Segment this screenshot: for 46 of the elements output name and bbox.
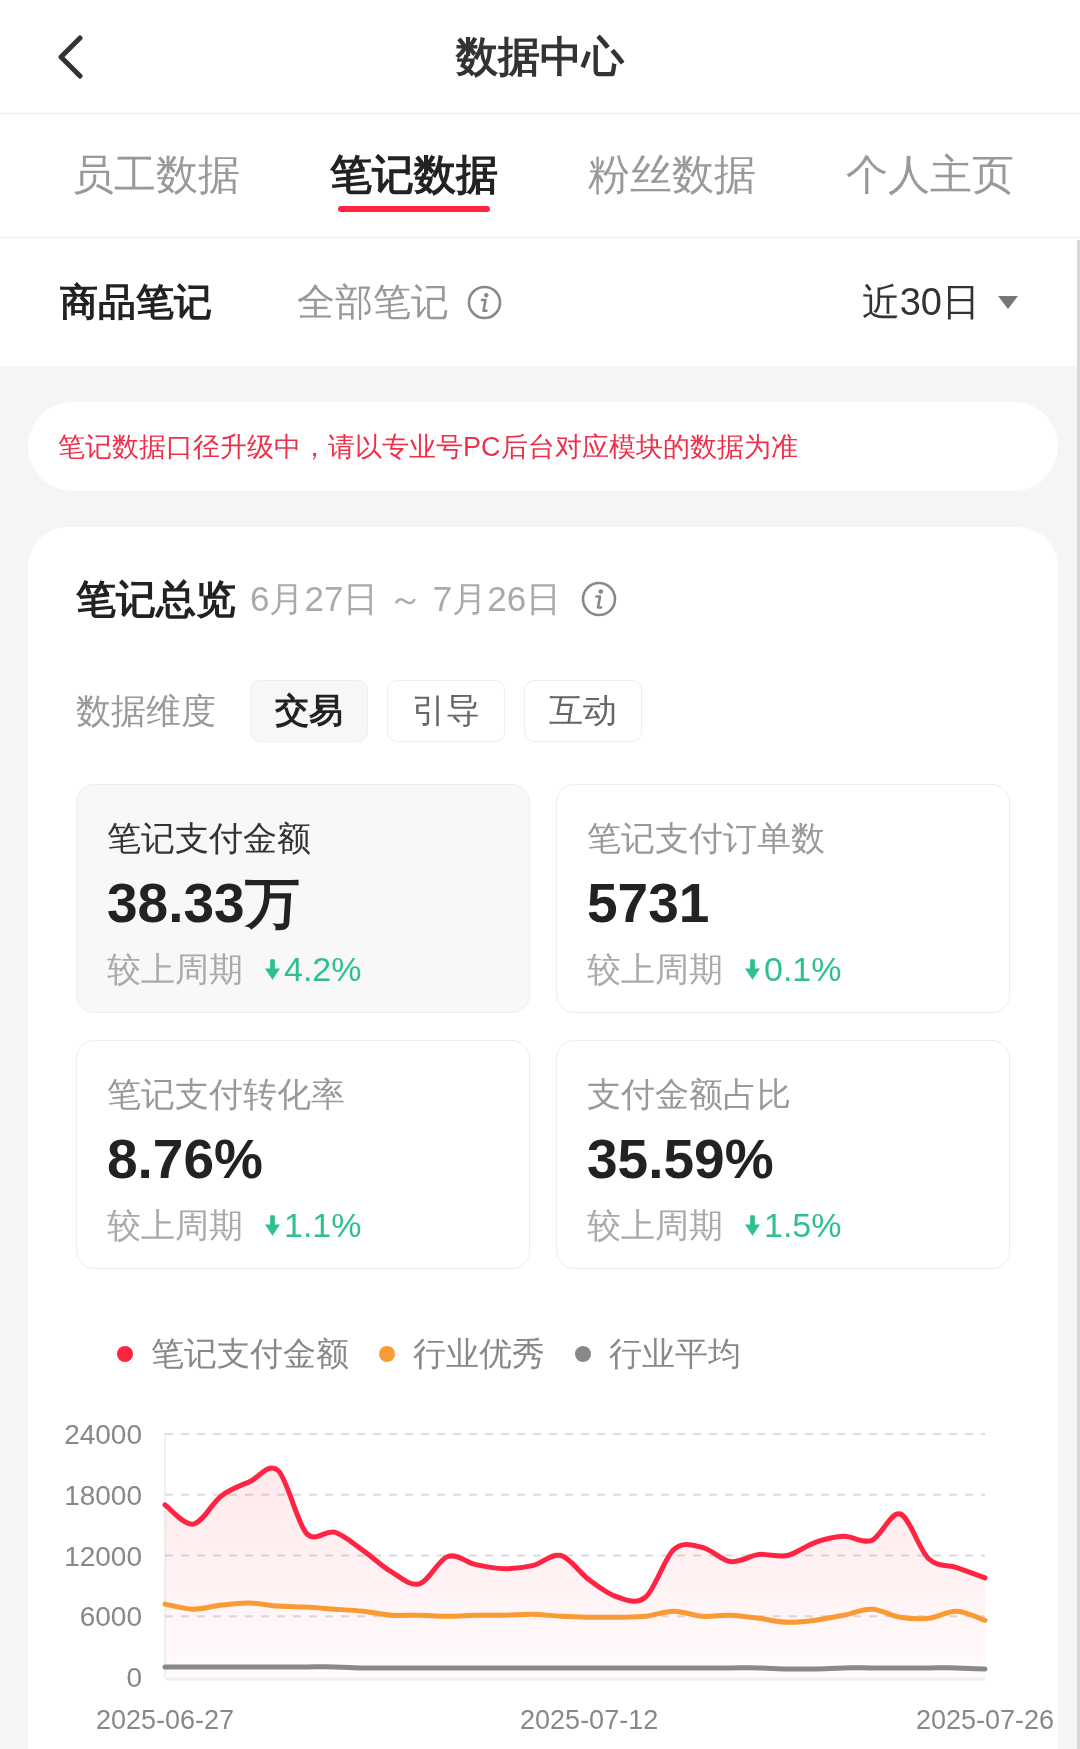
change-value: 0.1% xyxy=(764,949,842,990)
info-icon[interactable] xyxy=(467,284,502,320)
y-axis-label: 0 xyxy=(126,1662,142,1693)
legend-label: 行业平均 xyxy=(609,1334,741,1374)
x-axis-label: 2025-07-26 xyxy=(915,1705,1055,1735)
compare-label: 较上周期 xyxy=(107,1205,243,1246)
metric-label: 笔记支付订单数 xyxy=(587,818,825,859)
y-axis-label: 6000 xyxy=(79,1601,142,1633)
date-period: 6月27日 ～ 7月26日 xyxy=(250,578,562,620)
metric-card[interactable]: 笔记支付转化率 8.76% 较上周期 1.1% xyxy=(76,1040,530,1269)
section-title: 笔记总览 xyxy=(76,576,236,623)
metric-value: 38.33万 xyxy=(107,873,300,933)
x-axis-label: 2025-06-27 xyxy=(95,1705,235,1735)
notice-banner: 笔记数据口径升级中，请以专业号PC后台对应模块的数据为准 xyxy=(28,402,1058,491)
change-value: 1.1% xyxy=(284,1205,362,1246)
legend-label: 笔记支付金额 xyxy=(151,1334,349,1374)
note-type-tab[interactable]: 商品笔记 xyxy=(60,278,212,326)
caret-icon xyxy=(998,295,1018,309)
metric-value: 8.76% xyxy=(107,1129,263,1189)
metric-label: 笔记支付转化率 xyxy=(107,1074,345,1115)
y-axis-label: 12000 xyxy=(64,1540,142,1572)
compare-label: 较上周期 xyxy=(587,1205,723,1246)
dimension-label: 数据维度 xyxy=(76,690,216,732)
metric-label: 支付金额占比 xyxy=(587,1074,791,1115)
metric-card[interactable]: 笔记支付金额 38.33万 较上周期 4.2% xyxy=(76,784,530,1013)
metric-card[interactable]: 笔记支付订单数 5731 较上周期 0.1% xyxy=(556,784,1010,1013)
dimension-tab[interactable]: 引导 xyxy=(387,680,505,742)
dimension-tab[interactable]: 互动 xyxy=(524,680,642,742)
page-title: 数据中心 xyxy=(456,31,624,82)
legend-label: 行业优秀 xyxy=(413,1334,545,1374)
dimension-tab[interactable]: 交易 xyxy=(250,680,368,742)
metric-value: 5731 xyxy=(587,873,710,933)
y-axis-label: 24000 xyxy=(64,1419,142,1450)
compare-label: 较上周期 xyxy=(587,949,723,990)
back-icon[interactable] xyxy=(56,34,84,79)
metric-value: 35.59% xyxy=(587,1129,774,1189)
date-range-dropdown[interactable]: 近30日 xyxy=(861,278,1018,326)
x-axis-label: 2025-07-12 xyxy=(520,1705,659,1735)
y-axis-label: 18000 xyxy=(64,1479,142,1511)
compare-label: 较上周期 xyxy=(107,949,243,990)
change-value: 4.2% xyxy=(284,949,362,990)
change-value: 1.5% xyxy=(764,1205,842,1246)
metric-card[interactable]: 支付金额占比 35.59% 较上周期 1.5% xyxy=(556,1040,1010,1269)
tab[interactable]: 笔记数据 xyxy=(330,150,498,212)
info-icon[interactable] xyxy=(581,581,618,617)
metric-label: 笔记支付金额 xyxy=(107,818,311,859)
